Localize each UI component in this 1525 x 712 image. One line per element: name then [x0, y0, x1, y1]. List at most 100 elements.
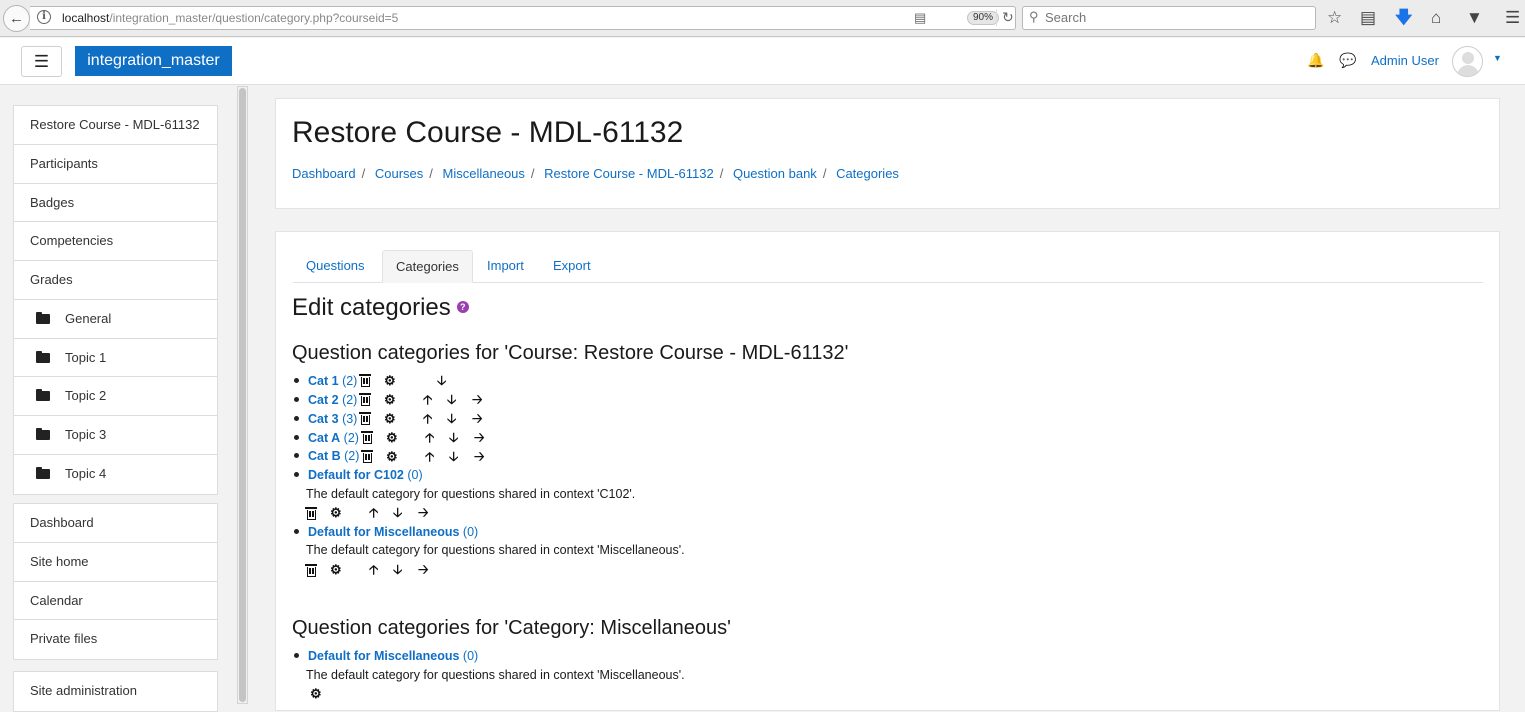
trash-icon[interactable]: [361, 431, 373, 448]
arrow-right-icon[interactable]: 🡢: [474, 449, 485, 465]
drawer-scrollbar[interactable]: [237, 86, 248, 704]
breadcrumb-dashboard[interactable]: Dashboard: [292, 166, 356, 181]
arrow-down-icon[interactable]: 🡣: [437, 373, 446, 389]
avatar[interactable]: [1452, 46, 1483, 77]
chat-icon[interactable]: 💬: [1339, 52, 1356, 69]
arrow-right-icon[interactable]: 🡢: [418, 562, 429, 578]
course-categories-heading: Question categories for 'Course: Restore…: [292, 342, 849, 364]
reader-view-icon[interactable]: ▤: [914, 10, 926, 26]
gear-icon[interactable]: ⚙: [386, 449, 398, 465]
list-item: Default for C102 (0): [294, 466, 423, 484]
pocket-icon[interactable]: ▼: [1466, 8, 1483, 28]
trash-icon[interactable]: [305, 564, 317, 581]
nav-item-participants[interactable]: Participants: [14, 145, 217, 184]
nav-item-section-topic-1[interactable]: Topic 1: [14, 339, 217, 378]
category-link[interactable]: Default for C102 (0): [308, 468, 423, 482]
arrow-down-icon[interactable]: 🡣: [447, 392, 456, 408]
gear-icon[interactable]: ⚙: [384, 373, 396, 389]
arrow-up-icon[interactable]: 🡡: [369, 562, 378, 578]
arrow-right-icon[interactable]: 🡢: [418, 505, 429, 521]
nav-item-grades[interactable]: Grades: [14, 261, 217, 300]
nav-drawer: Restore Course - MDL-61132 Participants …: [0, 85, 236, 712]
browser-search-input[interactable]: [1045, 10, 1305, 25]
edit-categories-heading: Edit categories?: [292, 294, 469, 322]
nav-item-private-files[interactable]: Private files: [14, 620, 217, 659]
tab-import[interactable]: Import: [474, 250, 537, 283]
category-link[interactable]: Default for Miscellaneous (0): [308, 649, 478, 663]
user-menu-name[interactable]: Admin User: [1371, 53, 1439, 68]
drawer-toggle-button[interactable]: ☰: [21, 46, 62, 77]
nav-item-competencies[interactable]: Competencies: [14, 222, 217, 261]
nav-item-course[interactable]: Restore Course - MDL-61132: [14, 106, 217, 145]
bell-icon[interactable]: 🔔: [1307, 52, 1324, 69]
menu-icon[interactable]: ☰: [1505, 8, 1520, 28]
nav-item-calendar[interactable]: Calendar: [14, 582, 217, 621]
scrollbar-thumb[interactable]: [239, 88, 246, 702]
arrow-down-icon[interactable]: 🡣: [449, 449, 458, 465]
arrow-up-icon[interactable]: 🡡: [425, 449, 434, 465]
category-link[interactable]: Cat 2 (2): [308, 393, 357, 407]
info-icon[interactable]: i: [37, 10, 51, 24]
gear-icon[interactable]: ⚙: [310, 686, 322, 702]
arrow-up-icon[interactable]: 🡡: [369, 505, 378, 521]
nav-item-badges[interactable]: Badges: [14, 184, 217, 223]
arrow-right-icon[interactable]: 🡢: [472, 411, 483, 427]
arrow-down-icon[interactable]: 🡣: [393, 505, 402, 521]
arrow-down-icon[interactable]: 🡣: [393, 562, 402, 578]
nav-item-section-topic-3[interactable]: Topic 3: [14, 416, 217, 455]
section-label: Topic 3: [65, 427, 107, 442]
help-icon[interactable]: ?: [456, 300, 469, 313]
misc-categories-heading: Question categories for 'Category: Misce…: [292, 617, 731, 639]
tab-categories[interactable]: Categories: [382, 250, 473, 283]
breadcrumb-categories[interactable]: Categories: [836, 166, 899, 181]
arrow-up-icon[interactable]: 🡡: [423, 392, 432, 408]
category-link[interactable]: Cat A (2): [308, 431, 359, 445]
arrow-down-icon[interactable]: 🡣: [447, 411, 456, 427]
chevron-down-icon[interactable]: ▼: [1493, 53, 1502, 63]
category-link[interactable]: Cat B (2): [308, 449, 359, 463]
breadcrumb-course[interactable]: Restore Course - MDL-61132: [544, 166, 714, 181]
gear-icon[interactable]: ⚙: [330, 562, 342, 578]
gear-icon[interactable]: ⚙: [330, 505, 342, 521]
nav-item-section-topic-4[interactable]: Topic 4: [14, 455, 217, 494]
nav-item-section-topic-2[interactable]: Topic 2: [14, 377, 217, 416]
gear-icon[interactable]: ⚙: [384, 392, 396, 408]
bookmarks-list-icon[interactable]: ▤: [1360, 8, 1376, 28]
nav-item-site-home[interactable]: Site home: [14, 543, 217, 582]
browser-search-box[interactable]: ⚲: [1022, 6, 1316, 30]
arrow-right-icon[interactable]: 🡢: [472, 392, 483, 408]
zoom-indicator[interactable]: 90%: [967, 11, 1000, 25]
tab-export[interactable]: Export: [540, 250, 604, 283]
url-bar[interactable]: i localhost/integration_master/question/…: [30, 6, 1016, 30]
arrow-up-icon[interactable]: 🡡: [423, 411, 432, 427]
back-button[interactable]: ←: [3, 5, 30, 32]
trash-icon[interactable]: [359, 374, 371, 391]
download-icon[interactable]: 🡇: [1395, 8, 1412, 28]
trash-icon[interactable]: [359, 412, 371, 429]
gear-icon[interactable]: ⚙: [386, 430, 398, 446]
arrow-down-icon[interactable]: 🡣: [449, 430, 458, 446]
breadcrumb-question-bank[interactable]: Question bank: [733, 166, 817, 181]
section-label: General: [65, 310, 112, 326]
nav-item-dashboard[interactable]: Dashboard: [14, 504, 217, 543]
site-brand[interactable]: integration_master: [75, 46, 232, 76]
home-icon[interactable]: ⌂: [1431, 8, 1441, 28]
folder-icon: [36, 311, 50, 324]
nav-item-section-general[interactable]: General: [14, 300, 217, 339]
arrow-right-icon[interactable]: 🡢: [474, 430, 485, 446]
trash-icon[interactable]: [359, 393, 371, 410]
trash-icon[interactable]: [361, 450, 373, 467]
gear-icon[interactable]: ⚙: [384, 411, 396, 427]
category-link[interactable]: Cat 3 (3): [308, 412, 357, 426]
bookmark-star-icon[interactable]: ☆: [1327, 8, 1342, 28]
hamburger-icon: ☰: [33, 52, 50, 71]
reload-icon[interactable]: ↻: [996, 9, 1014, 26]
breadcrumb-miscellaneous[interactable]: Miscellaneous: [443, 166, 525, 181]
tab-questions[interactable]: Questions: [293, 250, 378, 283]
arrow-up-icon[interactable]: 🡡: [425, 430, 434, 446]
trash-icon[interactable]: [305, 507, 317, 524]
category-link[interactable]: Default for Miscellaneous (0): [308, 525, 478, 539]
category-link[interactable]: Cat 1 (2): [308, 374, 357, 388]
nav-item-site-administration[interactable]: Site administration: [14, 672, 217, 711]
breadcrumb-courses[interactable]: Courses: [375, 166, 423, 181]
